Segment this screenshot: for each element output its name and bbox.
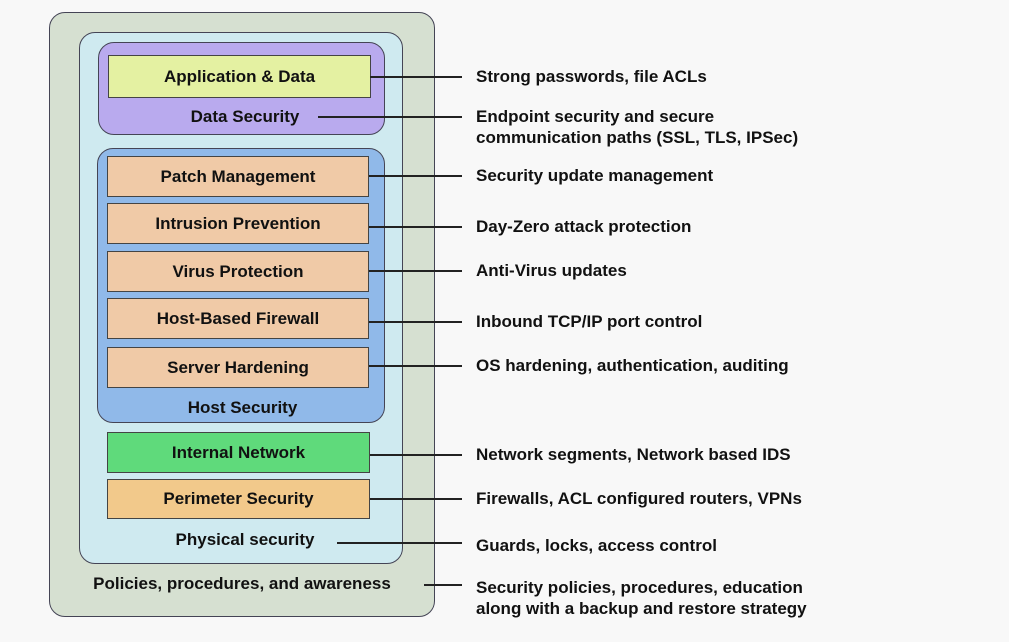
desc-policies: Security policies, procedures, education…: [476, 577, 807, 619]
desc-line: along with a backup and restore strategy: [476, 599, 807, 618]
connector-line: [370, 454, 462, 456]
host-security-label: Host Security: [187, 398, 298, 417]
connector-line: [369, 321, 462, 323]
connector-line: [318, 116, 462, 118]
physical-security-label: Physical security: [175, 530, 315, 549]
connector-line: [424, 584, 462, 586]
desc-hardening: OS hardening, authentication, auditing: [476, 356, 789, 375]
desc-line: Endpoint security and secure: [476, 107, 715, 126]
desc-perimeter: Firewalls, ACL configured routers, VPNs: [476, 489, 802, 508]
desc-virus: Anti-Virus updates: [476, 261, 627, 280]
desc-firewall: Inbound TCP/IP port control: [476, 312, 703, 331]
desc-line: communication paths (SSL, TLS, IPSec): [476, 128, 799, 147]
host-item-intrusion: Intrusion Prevention: [107, 203, 369, 244]
desc-physical: Guards, locks, access control: [476, 536, 717, 555]
desc-line: Security policies, procedures, education: [476, 578, 803, 597]
desc-data-security: Endpoint security and secure communicatio…: [476, 106, 798, 148]
connector-line: [337, 542, 462, 544]
host-item-patch: Patch Management: [107, 156, 369, 197]
host-item-virus: Virus Protection: [107, 251, 369, 292]
desc-internal-network: Network segments, Network based IDS: [476, 445, 791, 464]
data-security-label: Data Security: [190, 107, 300, 126]
internal-network-box: Internal Network: [107, 432, 370, 473]
desc-intrusion: Day-Zero attack protection: [476, 217, 692, 236]
connector-line: [369, 270, 462, 272]
connector-line: [369, 175, 462, 177]
policies-label: Policies, procedures, and awareness: [93, 574, 391, 593]
host-item-hardening: Server Hardening: [107, 347, 369, 388]
perimeter-security-box: Perimeter Security: [107, 479, 370, 519]
desc-application: Strong passwords, file ACLs: [476, 67, 707, 86]
connector-line: [369, 226, 462, 228]
host-item-firewall: Host-Based Firewall: [107, 298, 369, 339]
connector-line: [370, 498, 462, 500]
connector-line: [370, 76, 462, 78]
application-data-box: Application & Data: [108, 55, 371, 98]
connector-line: [369, 365, 462, 367]
desc-patch: Security update management: [476, 166, 714, 185]
